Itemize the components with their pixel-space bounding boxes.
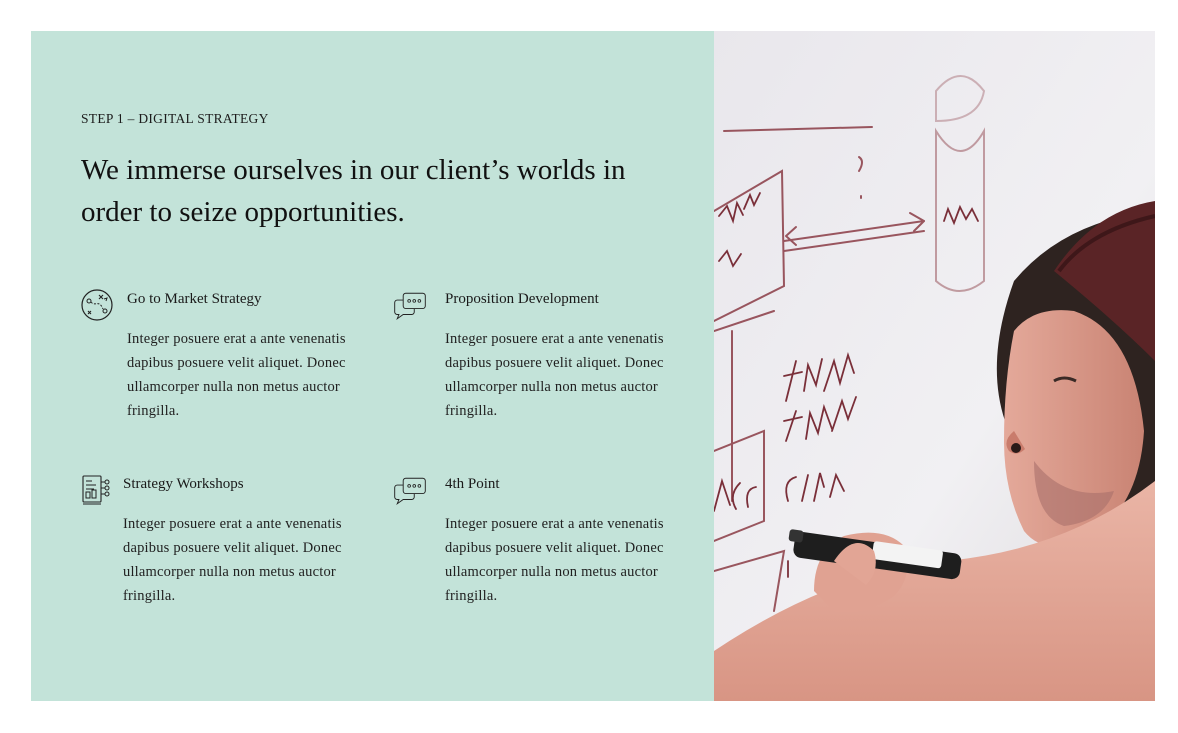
- feature-title: 4th Point: [445, 476, 500, 492]
- strategy-panel: STEP 1 – DIGITAL STRATEGY We immerse our…: [31, 31, 714, 701]
- whiteboard-photo: [714, 31, 1155, 701]
- feature-description: Integer posuere erat a ante venenatis da…: [127, 331, 346, 419]
- feature-title: Proposition Development: [445, 291, 599, 307]
- digital-strategy-section: STEP 1 – DIGITAL STRATEGY We immerse our…: [31, 31, 1155, 701]
- section-headline: We immerse ourselves in our client’s wor…: [81, 154, 626, 228]
- chat-bubble-icon: [394, 477, 426, 506]
- feature-description: Integer posuere erat a ante venenatis da…: [445, 331, 664, 419]
- strategy-map-icon: [81, 289, 113, 321]
- chat-bubble-icon: [394, 292, 426, 321]
- feature-description: Integer posuere erat a ante venenatis da…: [445, 516, 664, 604]
- step-label: STEP 1 – DIGITAL STRATEGY: [81, 111, 269, 126]
- feature-title: Strategy Workshops: [123, 476, 244, 492]
- feature-description: Integer posuere erat a ante venenatis da…: [123, 516, 342, 604]
- whiteboard-illustration: [714, 31, 1155, 701]
- feature-title: Go to Market Strategy: [127, 291, 262, 307]
- workshop-board-icon: [82, 475, 110, 505]
